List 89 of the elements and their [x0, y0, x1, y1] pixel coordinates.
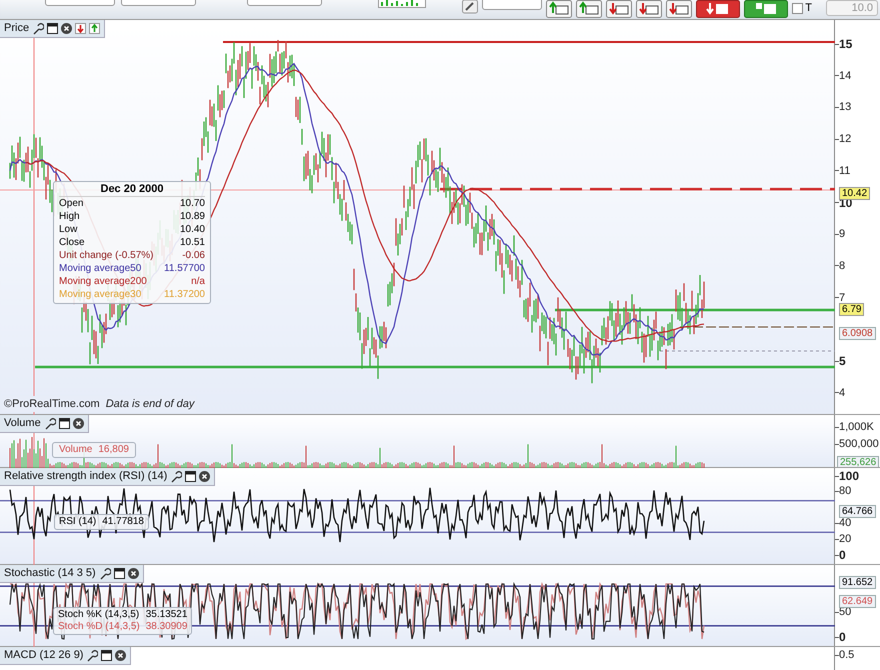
- value-tag: 62.649: [839, 595, 876, 608]
- close-icon[interactable]: [61, 23, 72, 34]
- axis-label: 11: [839, 164, 850, 177]
- panel-title: Stochastic (14 3 5): [4, 566, 96, 582]
- tooltip-value: -0.06: [182, 249, 205, 262]
- axis-label: 0.5: [839, 649, 854, 661]
- checkbox[interactable]: [792, 2, 804, 14]
- tooltip-date: Dec 20 2000: [59, 182, 205, 197]
- wrench-icon[interactable]: [44, 418, 56, 430]
- wrench-icon[interactable]: [170, 470, 182, 482]
- panel-title: Volume: [4, 416, 41, 432]
- arrow-down-icon[interactable]: [75, 23, 86, 34]
- value-tag: 10.42: [839, 187, 870, 200]
- dropdown-field[interactable]: [482, 0, 542, 10]
- tooltip-label: Moving average200: [59, 275, 147, 288]
- tooltip-label: Low: [59, 223, 78, 236]
- panel-title: Price: [4, 21, 30, 36]
- readout-value: 38.30909: [146, 621, 188, 633]
- wrench-icon[interactable]: [86, 650, 98, 662]
- axis-label: 9: [839, 228, 846, 240]
- tooltip-value: n/a: [191, 275, 205, 288]
- axis-label: 1,000K: [839, 421, 874, 433]
- checkbox-label: T: [805, 1, 812, 16]
- axis-label: 14: [839, 70, 852, 82]
- axis-label: 0: [839, 549, 846, 561]
- support-line[interactable]: [555, 308, 835, 312]
- wrench-icon[interactable]: [98, 568, 111, 580]
- tooltip-label: Moving average50: [59, 262, 142, 275]
- axis-label: 13: [839, 101, 852, 114]
- value-tag: 6.0908: [839, 327, 876, 340]
- close-icon[interactable]: [72, 418, 84, 429]
- value-tag: 64.766: [839, 505, 876, 518]
- tooltip-value: 11.57700: [164, 262, 205, 275]
- sell-order-icon[interactable]: [666, 0, 692, 18]
- chart-icon[interactable]: [378, 0, 426, 8]
- window-icon[interactable]: [114, 568, 125, 579]
- window-icon[interactable]: [101, 650, 112, 661]
- readout-label: Volume: [59, 443, 92, 457]
- tooltip-value: 10.70: [180, 197, 205, 210]
- pencil-icon[interactable]: [462, 0, 478, 14]
- wrench-icon[interactable]: [32, 22, 44, 34]
- tooltip-label: Moving average30: [59, 288, 142, 301]
- value-tag: 91.652: [839, 576, 876, 589]
- data-note: Data is end of day: [106, 396, 194, 412]
- panel-title: MACD (12 26 9): [4, 648, 84, 664]
- tooltip-label: High: [59, 210, 80, 223]
- readout-label: Stoch %K (14,3,5): [58, 609, 140, 621]
- readout-label: Stoch %D (14,3,5): [58, 621, 140, 633]
- sell-button-icon[interactable]: [696, 0, 740, 18]
- window-icon[interactable]: [47, 23, 58, 34]
- window-icon[interactable]: [185, 471, 196, 482]
- axis-label: 12: [839, 133, 852, 146]
- window-icon[interactable]: [58, 418, 70, 429]
- tooltip-label: Close: [59, 236, 85, 249]
- value-tag: 6.79: [839, 303, 864, 316]
- tooltip-label: Unit change (-0.57%): [59, 249, 154, 262]
- axis-label: 40: [839, 517, 852, 529]
- close-icon[interactable]: [115, 650, 126, 661]
- credit-text: ©ProRealTime.com: [4, 396, 100, 412]
- tooltip-value: 10.51: [180, 236, 205, 249]
- axis-label: 0: [839, 631, 846, 643]
- buy-order-icon[interactable]: [576, 0, 602, 18]
- tooltip-value: 11.37200: [164, 288, 205, 301]
- close-icon[interactable]: [199, 471, 210, 482]
- readout-label: RSI (14): [59, 516, 96, 528]
- readout-value: 41.77818: [102, 516, 144, 528]
- value-tag: 255,626: [837, 456, 880, 467]
- tooltip-value: 10.89: [180, 210, 205, 223]
- close-icon[interactable]: [128, 568, 139, 579]
- axis-label: 15: [839, 38, 852, 50]
- dashed-level-line[interactable]: [440, 188, 835, 190]
- tooltip-value: 10.40: [180, 223, 205, 236]
- panel-title: Relative strength index (RSI) (14): [4, 469, 168, 484]
- sell-order-icon[interactable]: [636, 0, 662, 18]
- axis-label: 5: [839, 355, 846, 367]
- tooltip-label: Open: [59, 197, 84, 210]
- buy-order-icon[interactable]: [546, 0, 572, 18]
- arrow-up-icon[interactable]: [89, 23, 100, 34]
- sell-order-icon[interactable]: [606, 0, 632, 18]
- axis-label: 7: [839, 292, 846, 304]
- axis-label: 80: [839, 485, 852, 497]
- readout-value: 16,809: [98, 443, 129, 457]
- axis-label: 4: [839, 386, 846, 399]
- axis-label: 500,000: [839, 438, 879, 450]
- axis-label: 8: [839, 260, 846, 272]
- readout-value: 35.13521: [146, 609, 188, 621]
- axis-label: 100: [839, 470, 860, 482]
- buy-button-icon[interactable]: [744, 0, 788, 18]
- axis-label: 20: [839, 533, 852, 545]
